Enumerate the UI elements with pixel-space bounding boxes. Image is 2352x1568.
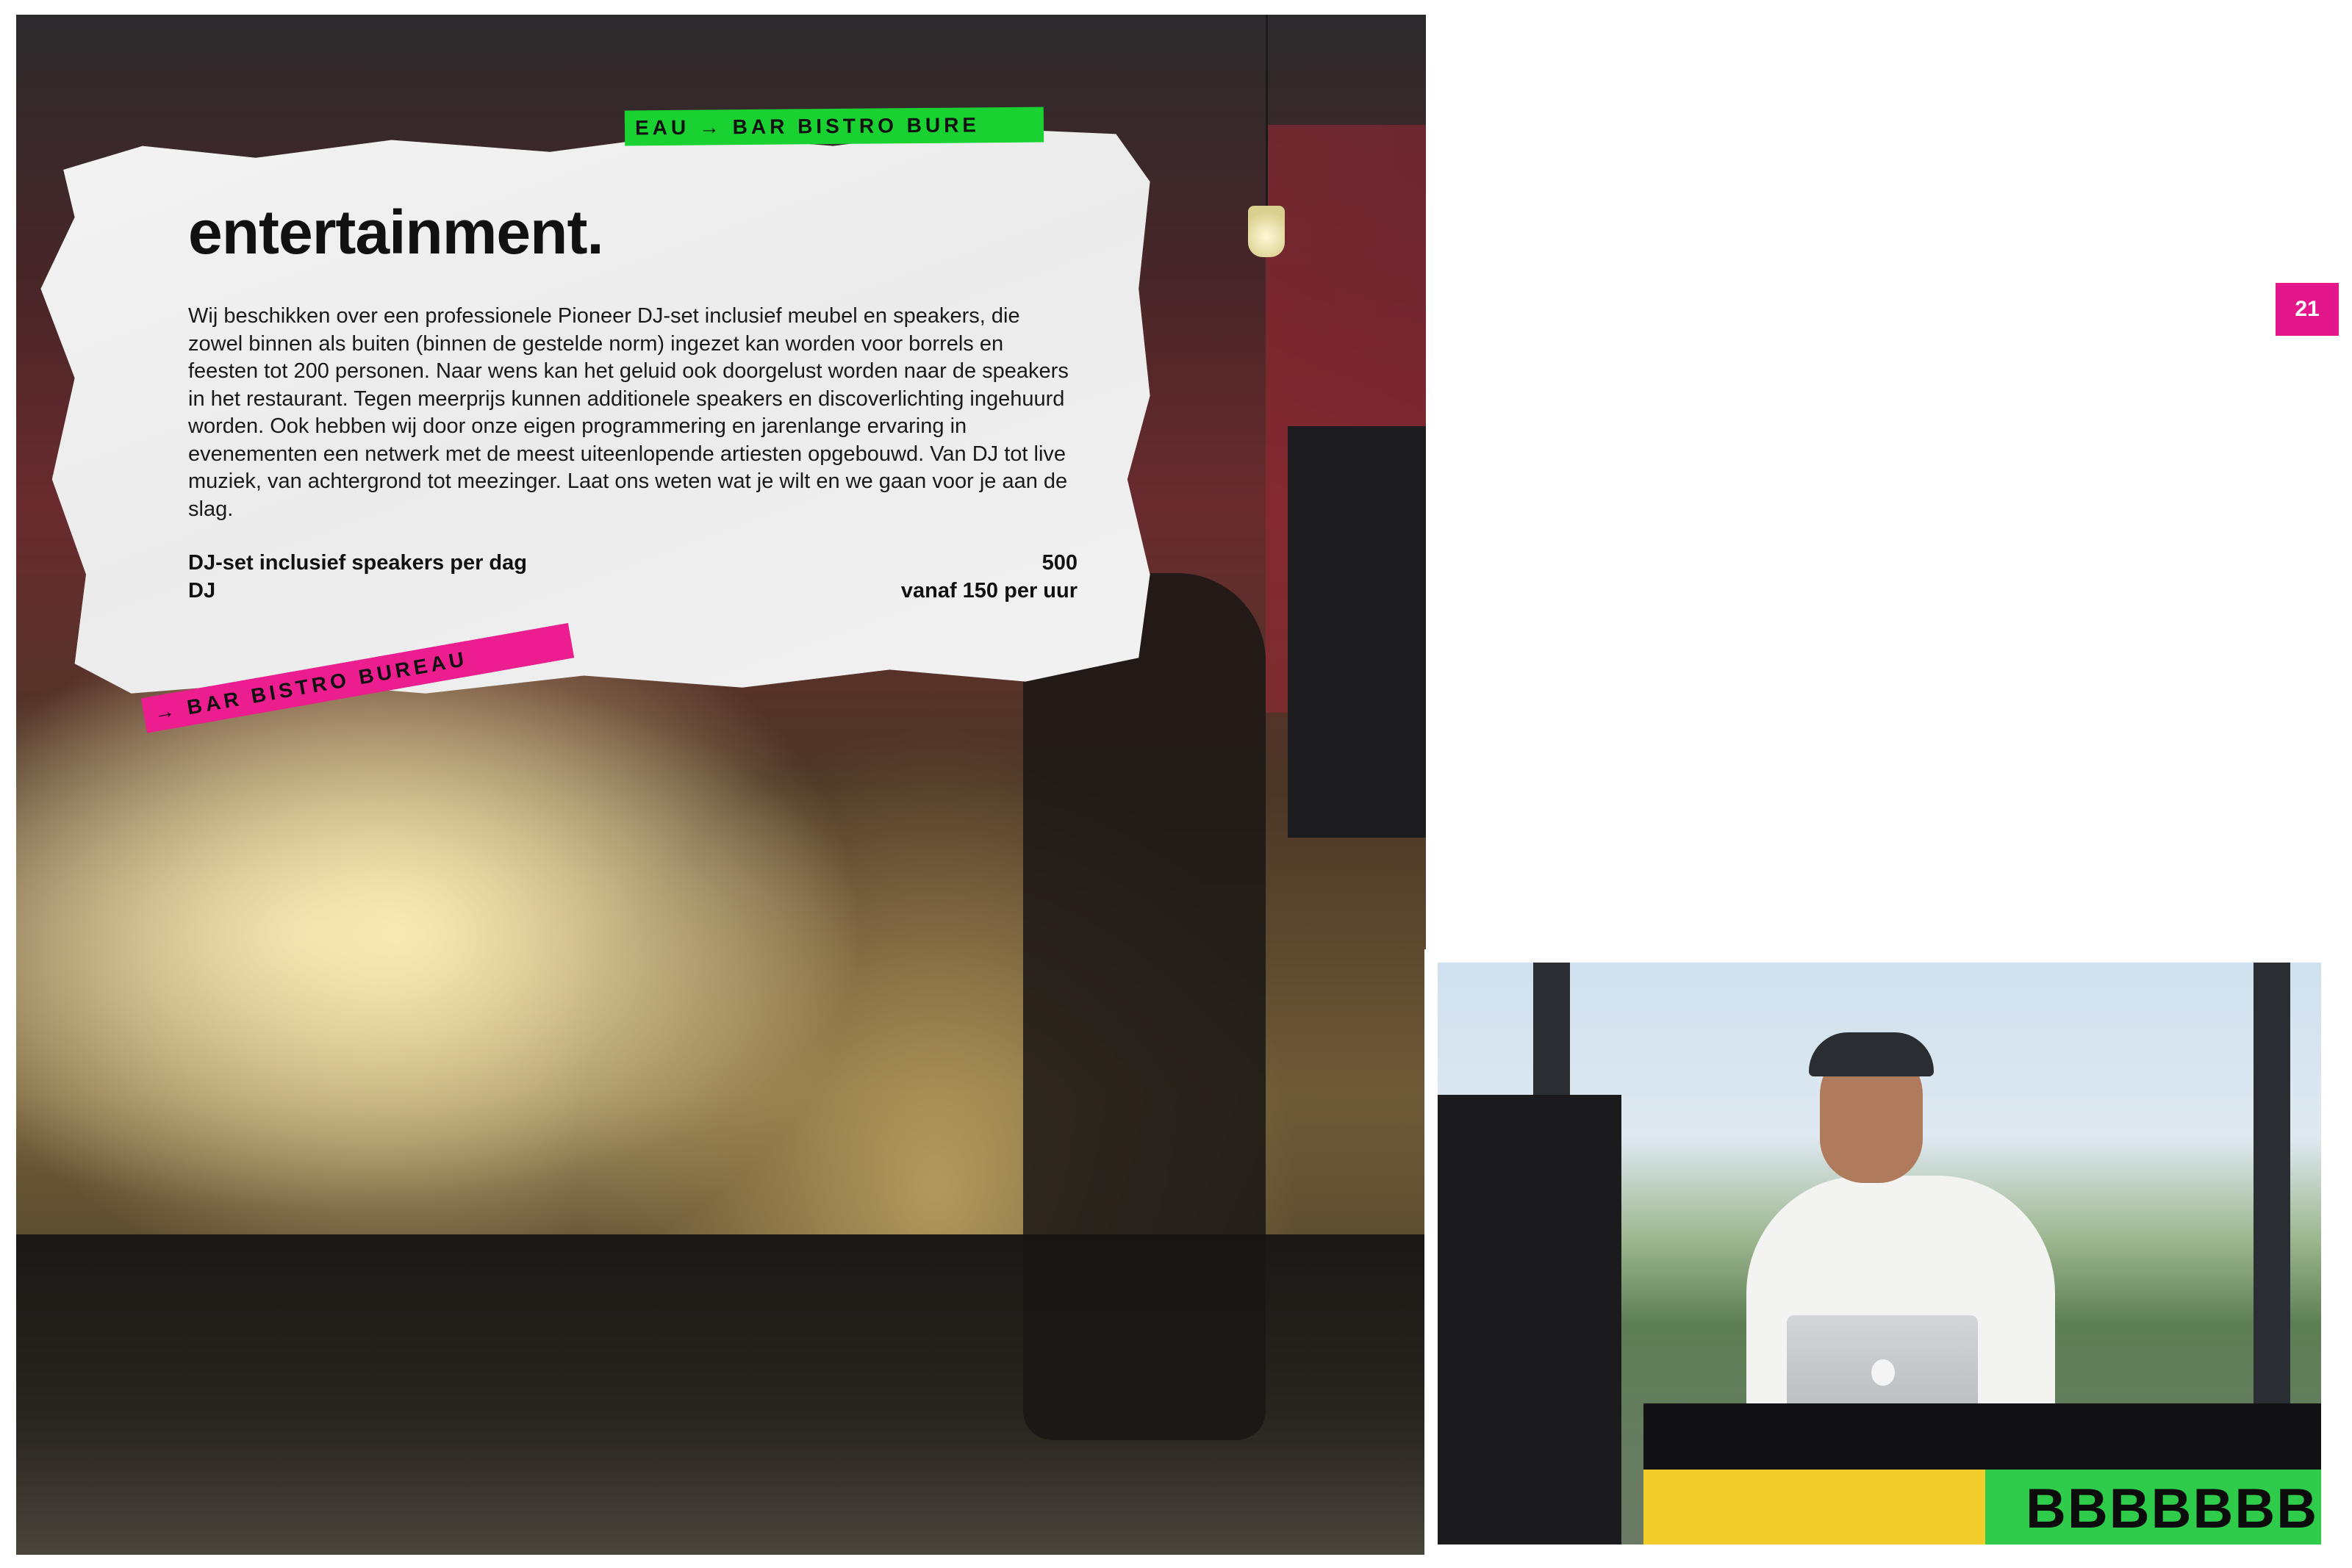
price-value: vanaf 150 per uur (900, 579, 1078, 603)
dj-cap (1809, 1032, 1934, 1076)
price-value: 500 (1041, 551, 1078, 575)
dj-photo: BBBBBBB (1438, 963, 2321, 1544)
page-number: 21 (2295, 297, 2320, 321)
price-label: DJ (188, 579, 216, 603)
price-row: DJ vanaf 150 per uur (188, 579, 1078, 603)
price-label: DJ-set inclusief speakers per dag (188, 551, 527, 575)
dj-photo-frame: BBBBBBB (1424, 949, 2337, 1556)
singer (1023, 573, 1266, 1440)
pendant-lamp (1248, 206, 1285, 257)
tape-green: EAU → BAR BISTRO BURE (624, 107, 1044, 146)
tape-green-text: EAU → BAR BISTRO BURE (634, 113, 980, 140)
banner-text: BBBBBBB (2026, 1478, 2319, 1540)
apple-logo-icon (1871, 1359, 1895, 1386)
lamp-cord (1266, 15, 1268, 206)
pa-speaker (1438, 1095, 1621, 1544)
price-row: DJ-set inclusief speakers per dag 500 (188, 551, 1078, 575)
page-number-badge: 21 (2276, 283, 2339, 336)
section-body: Wij beschikken over een professionele Pi… (188, 304, 1069, 521)
scaffold-pole (2254, 963, 2290, 1440)
section-title: entertainment. (188, 198, 604, 267)
